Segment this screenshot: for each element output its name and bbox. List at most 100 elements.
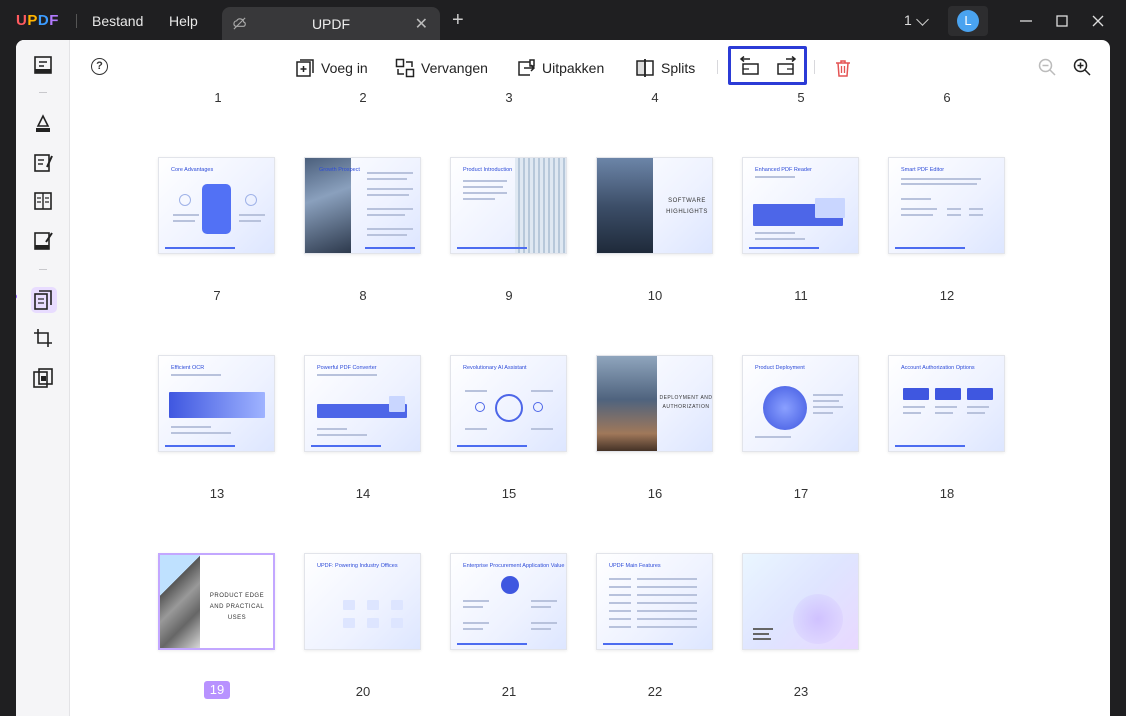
page-number: 15	[501, 486, 517, 501]
sidebar-divider	[39, 92, 47, 93]
form-icon[interactable]	[32, 190, 54, 212]
left-tool-sidebar	[16, 40, 70, 716]
extract-label: Uitpakken	[542, 60, 605, 76]
page-number: 3	[505, 90, 513, 105]
thumbnail-title: Product Deployment	[755, 365, 805, 371]
page-thumbnail[interactable]: UPDF Main Features	[596, 553, 713, 650]
sidebar-divider	[39, 269, 47, 270]
page-thumbnail[interactable]: DEPLOYMENT AND AUTHORIZATION	[596, 355, 713, 452]
minimize-icon[interactable]	[1016, 11, 1036, 31]
reader-icon[interactable]	[32, 54, 54, 76]
rotate-right-icon[interactable]	[776, 56, 798, 76]
thumbnail-title: Account Authorization Options	[901, 365, 975, 371]
page-thumbnail[interactable]: Core Advantages	[158, 157, 275, 254]
rotate-button-group	[728, 46, 807, 85]
page-number: 21	[501, 684, 517, 699]
toolbar-divider	[717, 60, 718, 74]
page-thumbnail[interactable]: Smart PDF Editor	[888, 157, 1005, 254]
thumbnail-title: Product Introduction	[463, 167, 513, 173]
page-number: 11	[794, 288, 808, 303]
sign-icon[interactable]	[32, 230, 54, 252]
page-number: 8	[359, 288, 367, 303]
menu-help[interactable]: Help	[169, 13, 198, 29]
page-number: 1	[214, 90, 222, 105]
split-button[interactable]: Splits	[635, 56, 695, 80]
close-tab-icon[interactable]: ✕	[415, 14, 428, 34]
page-number: 4	[651, 90, 659, 105]
page-thumbnail[interactable]: Account Authorization Options	[888, 355, 1005, 452]
thumbnail-title: UPDF: Powering Industry Offices	[317, 563, 398, 569]
toolbar-divider	[814, 60, 815, 74]
extract-icon	[518, 59, 536, 76]
maximize-icon[interactable]	[1052, 11, 1072, 31]
page-number: 17	[793, 486, 809, 501]
delete-icon[interactable]	[833, 58, 853, 78]
insert-button[interactable]: Voeg in	[295, 56, 368, 80]
page-thumbnail[interactable]: Growth Prospect	[304, 157, 421, 254]
help-icon[interactable]: ?	[91, 58, 108, 75]
page-tools-icon[interactable]	[32, 367, 54, 389]
new-tab-icon[interactable]: +	[452, 9, 464, 32]
page-thumbnail[interactable]: Enterprise Procurement Application Value	[450, 553, 567, 650]
page-thumbnail[interactable]: Revolutionary AI Assistant	[450, 355, 567, 452]
document-tab[interactable]: UPDF ✕	[222, 7, 440, 40]
tab-title: UPDF	[311, 16, 351, 32]
avatar: L	[957, 10, 979, 32]
organize-pages-icon[interactable]	[33, 289, 55, 311]
menu-file[interactable]: Bestand	[92, 13, 143, 29]
rotate-left-icon[interactable]	[738, 56, 760, 76]
page-number: 10	[647, 288, 663, 303]
page-number: 23	[793, 684, 809, 699]
split-icon	[636, 59, 654, 77]
zoom-in-icon[interactable]	[1072, 57, 1092, 77]
page-number: 5	[797, 90, 805, 105]
insert-label: Voeg in	[321, 60, 368, 76]
account-button[interactable]: L	[948, 6, 988, 36]
updf-logo[interactable]: UPDF	[16, 12, 59, 29]
thumbnail-title: Smart PDF Editor	[901, 167, 945, 173]
replace-button[interactable]: Vervangen	[395, 56, 488, 80]
thumbnail-title: Enhanced PDF Reader	[755, 167, 812, 173]
page-number: 14	[355, 486, 371, 501]
page-thumbnail[interactable]: Efficient OCR	[158, 355, 275, 452]
main-panel: ? Voeg in Vervangen Uitpakken Splits 1 2…	[16, 40, 1110, 716]
title-bar: UPDF Bestand Help UPDF ✕ + 1 L	[0, 0, 1126, 42]
page-number: 16	[647, 486, 663, 501]
extract-button[interactable]: Uitpakken	[516, 56, 604, 80]
page-number: 18	[939, 486, 955, 501]
selected-page-number: 19	[204, 681, 230, 699]
insert-page-icon	[296, 59, 314, 77]
thumbnail-title: Core Advantages	[171, 167, 214, 173]
page-number: 22	[647, 684, 663, 699]
zoom-out-icon[interactable]	[1037, 57, 1057, 77]
edit-pdf-icon[interactable]	[32, 152, 54, 174]
replace-icon	[395, 58, 415, 78]
page-number: 13	[209, 486, 225, 501]
crop-icon[interactable]	[32, 327, 54, 349]
thumbnail-title: Efficient OCR	[171, 365, 205, 371]
chevron-down-icon[interactable]	[916, 13, 929, 26]
page-thumbnail[interactable]: Product Deployment	[742, 355, 859, 452]
page-thumbnail-selected[interactable]: PRODUCT EDGE AND PRACTICAL USES	[158, 553, 275, 650]
close-window-icon[interactable]	[1088, 11, 1108, 31]
page-number: 20	[355, 684, 371, 699]
thumbnail-title: Powerful PDF Converter	[317, 365, 377, 371]
divider	[76, 14, 77, 28]
page-thumbnail[interactable]	[742, 553, 859, 650]
page-thumbnail[interactable]: UPDF: Powering Industry Offices	[304, 553, 421, 650]
thumbnail-title: UPDF Main Features	[609, 563, 661, 569]
split-label: Splits	[661, 60, 696, 76]
page-number: 12	[939, 288, 955, 303]
page-thumbnail[interactable]: Product Introduction	[450, 157, 567, 254]
page-thumbnail[interactable]: Enhanced PDF Reader	[742, 157, 859, 254]
page-thumbnail[interactable]: SOFTWARE HIGHLIGHTS	[596, 157, 713, 254]
page-number: 7	[213, 288, 221, 303]
thumbnail-title: SOFTWARE HIGHLIGHTS	[666, 198, 708, 215]
comment-highlighter-icon[interactable]	[32, 112, 54, 134]
thumbnail-title: Growth Prospect	[319, 167, 360, 173]
page-thumbnail[interactable]: Powerful PDF Converter	[304, 355, 421, 452]
replace-label: Vervangen	[421, 60, 488, 76]
page-count-indicator[interactable]: 1	[904, 12, 912, 28]
thumbnail-title: PRODUCT EDGE AND PRACTICAL USES	[209, 593, 265, 621]
active-indicator	[16, 294, 17, 299]
